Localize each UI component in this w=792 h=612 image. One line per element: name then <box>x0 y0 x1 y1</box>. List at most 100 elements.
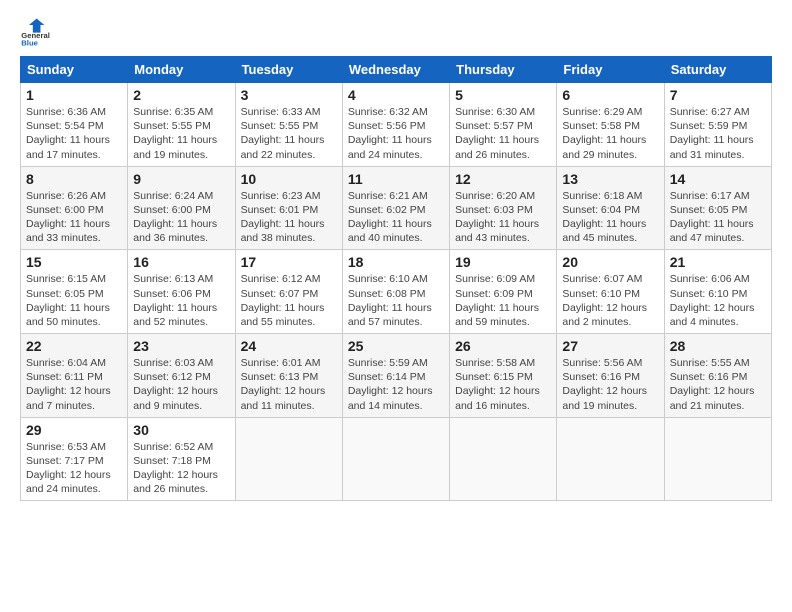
day-number: 18 <box>348 254 444 270</box>
day-number: 23 <box>133 338 229 354</box>
day-info: Sunrise: 6:26 AMSunset: 6:00 PMDaylight:… <box>26 189 122 246</box>
day-number: 15 <box>26 254 122 270</box>
day-number: 4 <box>348 87 444 103</box>
day-number: 14 <box>670 171 766 187</box>
col-header-sunday: Sunday <box>21 57 128 83</box>
day-number: 20 <box>562 254 658 270</box>
day-info: Sunrise: 6:15 AMSunset: 6:05 PMDaylight:… <box>26 272 122 329</box>
day-info: Sunrise: 6:24 AMSunset: 6:00 PMDaylight:… <box>133 189 229 246</box>
day-cell: 14 Sunrise: 6:17 AMSunset: 6:05 PMDayligh… <box>664 166 771 250</box>
day-cell: 10 Sunrise: 6:23 AMSunset: 6:01 PMDayligh… <box>235 166 342 250</box>
day-number: 19 <box>455 254 551 270</box>
day-cell: 11 Sunrise: 6:21 AMSunset: 6:02 PMDayligh… <box>342 166 449 250</box>
day-cell <box>450 417 557 501</box>
day-cell <box>342 417 449 501</box>
day-cell: 6 Sunrise: 6:29 AMSunset: 5:58 PMDaylight… <box>557 83 664 167</box>
day-cell: 2 Sunrise: 6:35 AMSunset: 5:55 PMDaylight… <box>128 83 235 167</box>
col-header-monday: Monday <box>128 57 235 83</box>
day-info: Sunrise: 6:17 AMSunset: 6:05 PMDaylight:… <box>670 189 766 246</box>
day-info: Sunrise: 6:10 AMSunset: 6:08 PMDaylight:… <box>348 272 444 329</box>
week-row-1: 1 Sunrise: 6:36 AMSunset: 5:54 PMDaylight… <box>21 83 772 167</box>
day-cell: 15 Sunrise: 6:15 AMSunset: 6:05 PMDayligh… <box>21 250 128 334</box>
calendar-table: SundayMondayTuesdayWednesdayThursdayFrid… <box>20 56 772 501</box>
day-cell: 17 Sunrise: 6:12 AMSunset: 6:07 PMDayligh… <box>235 250 342 334</box>
column-headers: SundayMondayTuesdayWednesdayThursdayFrid… <box>21 57 772 83</box>
day-cell: 30 Sunrise: 6:52 AMSunset: 7:18 PMDayligh… <box>128 417 235 501</box>
day-info: Sunrise: 6:53 AMSunset: 7:17 PMDaylight:… <box>26 440 122 497</box>
day-info: Sunrise: 6:35 AMSunset: 5:55 PMDaylight:… <box>133 105 229 162</box>
day-cell: 22Sunrise: 6:04 AMSunset: 6:11 PMDayligh… <box>21 334 128 418</box>
day-cell: 8 Sunrise: 6:26 AMSunset: 6:00 PMDaylight… <box>21 166 128 250</box>
day-info: Sunrise: 5:59 AMSunset: 6:14 PMDaylight:… <box>348 356 444 413</box>
week-row-3: 15 Sunrise: 6:15 AMSunset: 6:05 PMDayligh… <box>21 250 772 334</box>
day-info: Sunrise: 6:13 AMSunset: 6:06 PMDaylight:… <box>133 272 229 329</box>
day-info: Sunrise: 6:12 AMSunset: 6:07 PMDaylight:… <box>241 272 337 329</box>
day-cell: 9 Sunrise: 6:24 AMSunset: 6:00 PMDaylight… <box>128 166 235 250</box>
day-number: 5 <box>455 87 551 103</box>
day-cell: 23 Sunrise: 6:03 AMSunset: 6:12 PMDayligh… <box>128 334 235 418</box>
day-number: 6 <box>562 87 658 103</box>
svg-text:Blue: Blue <box>21 38 38 47</box>
day-number: 2 <box>133 87 229 103</box>
day-cell: 24Sunrise: 6:01 AMSunset: 6:13 PMDayligh… <box>235 334 342 418</box>
day-number: 21 <box>670 254 766 270</box>
day-cell: 18 Sunrise: 6:10 AMSunset: 6:08 PMDayligh… <box>342 250 449 334</box>
day-cell: 5 Sunrise: 6:30 AMSunset: 5:57 PMDaylight… <box>450 83 557 167</box>
col-header-wednesday: Wednesday <box>342 57 449 83</box>
day-number: 10 <box>241 171 337 187</box>
day-number: 16 <box>133 254 229 270</box>
logo-icon: GeneralBlue <box>20 16 52 48</box>
col-header-tuesday: Tuesday <box>235 57 342 83</box>
day-info: Sunrise: 5:55 AMSunset: 6:16 PMDaylight:… <box>670 356 766 413</box>
day-info: Sunrise: 6:52 AMSunset: 7:18 PMDaylight:… <box>133 440 229 497</box>
day-number: 22 <box>26 338 122 354</box>
day-cell: 13 Sunrise: 6:18 AMSunset: 6:04 PMDayligh… <box>557 166 664 250</box>
day-number: 30 <box>133 422 229 438</box>
day-info: Sunrise: 6:01 AMSunset: 6:13 PMDaylight:… <box>241 356 337 413</box>
day-info: Sunrise: 5:56 AMSunset: 6:16 PMDaylight:… <box>562 356 658 413</box>
day-number: 11 <box>348 171 444 187</box>
day-number: 29 <box>26 422 122 438</box>
day-number: 26 <box>455 338 551 354</box>
day-cell: 21Sunrise: 6:06 AMSunset: 6:10 PMDayligh… <box>664 250 771 334</box>
day-number: 8 <box>26 171 122 187</box>
day-info: Sunrise: 6:03 AMSunset: 6:12 PMDaylight:… <box>133 356 229 413</box>
col-header-saturday: Saturday <box>664 57 771 83</box>
day-number: 9 <box>133 171 229 187</box>
day-cell: 7Sunrise: 6:27 AMSunset: 5:59 PMDaylight… <box>664 83 771 167</box>
day-cell: 29 Sunrise: 6:53 AMSunset: 7:17 PMDayligh… <box>21 417 128 501</box>
day-cell: 3 Sunrise: 6:33 AMSunset: 5:55 PMDaylight… <box>235 83 342 167</box>
day-number: 3 <box>241 87 337 103</box>
day-cell <box>664 417 771 501</box>
week-row-2: 8 Sunrise: 6:26 AMSunset: 6:00 PMDaylight… <box>21 166 772 250</box>
day-cell: 12 Sunrise: 6:20 AMSunset: 6:03 PMDayligh… <box>450 166 557 250</box>
day-info: Sunrise: 6:23 AMSunset: 6:01 PMDaylight:… <box>241 189 337 246</box>
day-number: 13 <box>562 171 658 187</box>
day-cell: 25 Sunrise: 5:59 AMSunset: 6:14 PMDayligh… <box>342 334 449 418</box>
day-info: Sunrise: 6:20 AMSunset: 6:03 PMDaylight:… <box>455 189 551 246</box>
day-cell: 1 Sunrise: 6:36 AMSunset: 5:54 PMDaylight… <box>21 83 128 167</box>
day-cell: 19 Sunrise: 6:09 AMSunset: 6:09 PMDayligh… <box>450 250 557 334</box>
day-info: Sunrise: 5:58 AMSunset: 6:15 PMDaylight:… <box>455 356 551 413</box>
day-cell <box>557 417 664 501</box>
day-cell: 28 Sunrise: 5:55 AMSunset: 6:16 PMDayligh… <box>664 334 771 418</box>
week-row-4: 22Sunrise: 6:04 AMSunset: 6:11 PMDayligh… <box>21 334 772 418</box>
day-number: 17 <box>241 254 337 270</box>
week-row-5: 29 Sunrise: 6:53 AMSunset: 7:17 PMDayligh… <box>21 417 772 501</box>
day-info: Sunrise: 6:29 AMSunset: 5:58 PMDaylight:… <box>562 105 658 162</box>
day-cell: 4Sunrise: 6:32 AMSunset: 5:56 PMDaylight… <box>342 83 449 167</box>
day-info: Sunrise: 6:18 AMSunset: 6:04 PMDaylight:… <box>562 189 658 246</box>
day-info: Sunrise: 6:21 AMSunset: 6:02 PMDaylight:… <box>348 189 444 246</box>
day-number: 1 <box>26 87 122 103</box>
day-info: Sunrise: 6:09 AMSunset: 6:09 PMDaylight:… <box>455 272 551 329</box>
day-info: Sunrise: 6:33 AMSunset: 5:55 PMDaylight:… <box>241 105 337 162</box>
day-number: 25 <box>348 338 444 354</box>
col-header-friday: Friday <box>557 57 664 83</box>
day-info: Sunrise: 6:36 AMSunset: 5:54 PMDaylight:… <box>26 105 122 162</box>
header: GeneralBlue <box>20 16 772 48</box>
day-info: Sunrise: 6:30 AMSunset: 5:57 PMDaylight:… <box>455 105 551 162</box>
day-number: 28 <box>670 338 766 354</box>
day-cell <box>235 417 342 501</box>
day-number: 12 <box>455 171 551 187</box>
day-cell: 27Sunrise: 5:56 AMSunset: 6:16 PMDayligh… <box>557 334 664 418</box>
